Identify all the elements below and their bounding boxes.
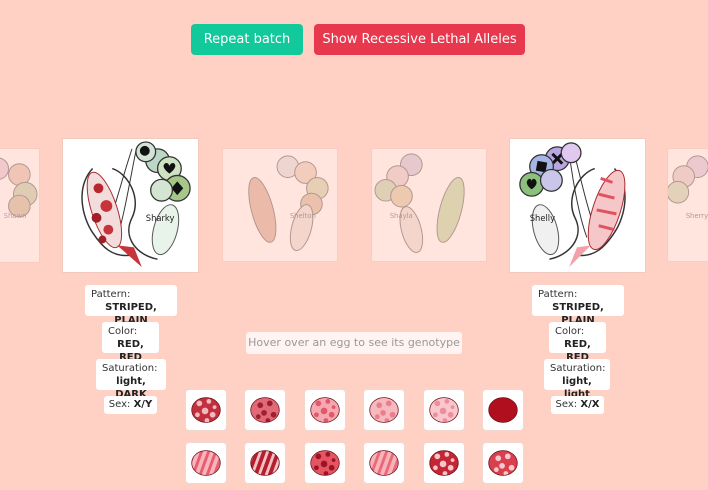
egg-icon	[191, 397, 221, 423]
egg-tile[interactable]	[423, 389, 465, 431]
dragon-name: Shelton	[290, 212, 316, 220]
dragon-name: Shayla	[390, 212, 413, 220]
egg-tile[interactable]	[304, 389, 346, 431]
left-pattern-box: Pattern: STRIPED, PLAIN	[85, 285, 177, 326]
dragon-card-shawn[interactable]: Shawn	[0, 148, 40, 263]
dragon-portrait: Shayla	[374, 153, 465, 253]
dragon-portrait: Shawn	[0, 157, 38, 220]
dragon-portrait: Shelton	[248, 155, 329, 252]
saturation-label: Saturation:	[102, 363, 158, 374]
egg-icon	[488, 450, 518, 476]
egg-tile[interactable]	[185, 442, 227, 484]
sex-label: Sex:	[555, 399, 578, 410]
dragon-name: Sherry	[686, 212, 708, 220]
right-pattern-box: Pattern: STRIPED, PLAIN	[532, 285, 624, 326]
left-saturation-box: Saturation: light, DARK	[96, 359, 166, 400]
pattern-label: Pattern:	[538, 289, 578, 300]
egg-tile[interactable]	[363, 442, 405, 484]
dragon-portrait: Sherry	[668, 155, 708, 220]
sex-value: X/Y	[133, 399, 153, 410]
egg-icon	[429, 450, 459, 476]
saturation-label: Saturation:	[550, 363, 606, 374]
dragon-name: Shawn	[4, 212, 27, 220]
dragon-name: Shelly	[530, 213, 555, 223]
right-sex-box: Sex: X/X	[551, 396, 604, 414]
dragon-portrait: Sharky	[81, 141, 191, 268]
sex-label: Sex:	[108, 399, 131, 410]
left-color-box: Color: RED, RED	[102, 322, 159, 363]
dragon-card-sharky[interactable]: Sharky	[62, 138, 199, 273]
egg-tile[interactable]	[482, 389, 524, 431]
egg-tile[interactable]	[423, 442, 465, 484]
dragon-portrait: Shelly	[519, 142, 626, 268]
egg-tile[interactable]	[482, 442, 524, 484]
egg-icon	[369, 397, 399, 423]
dragon-name: Sharky	[146, 213, 175, 223]
sex-value: X/X	[580, 399, 600, 410]
egg-icon	[250, 450, 280, 476]
egg-icon	[191, 450, 221, 476]
dragon-card-shayla[interactable]: Shayla	[371, 148, 487, 262]
dragon-card-shelton[interactable]: Shelton	[222, 148, 338, 262]
club-symbol	[139, 145, 150, 156]
egg-tile[interactable]	[363, 389, 405, 431]
egg-tile[interactable]	[185, 389, 227, 431]
egg-tile[interactable]	[244, 442, 286, 484]
egg-icon	[429, 397, 459, 423]
color-label: Color:	[108, 326, 138, 337]
left-sex-box: Sex: X/Y	[104, 396, 157, 414]
right-color-box: Color: RED, RED	[549, 322, 606, 363]
egg-icon	[310, 450, 340, 476]
egg-icon	[310, 397, 340, 423]
color-label: Color:	[555, 326, 585, 337]
repeat-batch-button[interactable]: Repeat batch	[191, 24, 303, 55]
egg-icon	[488, 397, 518, 423]
egg-tile[interactable]	[304, 442, 346, 484]
show-lethal-alleles-button[interactable]: Show Recessive Lethal Alleles	[314, 24, 525, 55]
pattern-label: Pattern:	[91, 289, 131, 300]
egg-tile[interactable]	[244, 389, 286, 431]
dragon-card-sherry[interactable]: Sherry	[667, 148, 708, 262]
egg-icon	[369, 450, 399, 476]
genotype-hint: Hover over an egg to see its genotype	[246, 332, 462, 354]
right-saturation-box: Saturation: light, light	[544, 359, 610, 400]
egg-icon	[250, 397, 280, 423]
dragon-card-shelly[interactable]: Shelly	[509, 138, 646, 273]
